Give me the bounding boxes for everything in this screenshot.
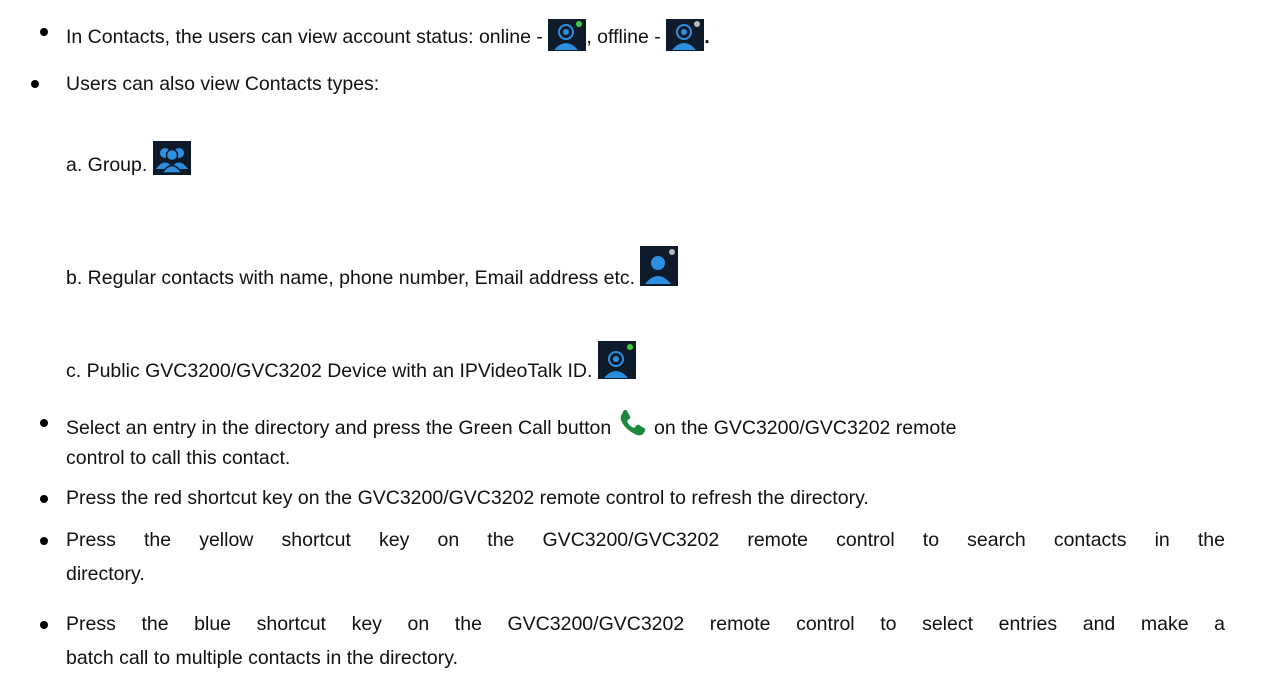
regular-contact-icon [640, 246, 679, 286]
bullet-marker [40, 495, 48, 503]
bullet-marker [40, 621, 48, 629]
call-paragraph-line1: Select an entry in the directory and pre… [66, 409, 957, 444]
ipvideotalk-device-online-icon [548, 19, 587, 51]
call-text-prefix: Select an entry in the directory and pre… [66, 417, 617, 439]
batch-paragraph-line2: batch call to multiple contacts in the d… [66, 647, 458, 669]
type-regular-label: b. Regular contacts with name, phone num… [66, 267, 641, 289]
bullet-marker [40, 28, 48, 36]
search-paragraph-line1: Press the yellow shortcut key on the GVC… [66, 529, 1225, 551]
status-paragraph: In Contacts, the users can view account … [66, 19, 710, 51]
types-intro: Users can also view Contacts types: [66, 73, 380, 95]
type-group: a. Group. [66, 141, 191, 177]
call-paragraph-line2: control to call this contact. [66, 447, 291, 469]
public-device-icon [597, 341, 636, 379]
green-call-icon [617, 409, 649, 444]
search-paragraph-line2: directory. [66, 563, 145, 585]
type-group-label: a. Group. [66, 154, 153, 176]
bullet-marker [31, 80, 39, 88]
status-text-suffix: . [704, 26, 710, 48]
ipvideotalk-device-offline-icon [666, 19, 705, 51]
refresh-paragraph: Press the red shortcut key on the GVC320… [66, 487, 869, 509]
status-text-middle: , offline - [586, 26, 667, 48]
type-regular: b. Regular contacts with name, phone num… [66, 246, 679, 290]
status-text-prefix: In Contacts, the users can view account … [66, 26, 549, 48]
group-contacts-icon [152, 141, 191, 175]
call-text-suffix: on the GVC3200/GVC3202 remote [648, 417, 957, 439]
bullet-marker [40, 419, 48, 427]
batch-paragraph-line1: Press the blue shortcut key on the GVC32… [66, 613, 1225, 635]
bullet-marker [40, 537, 48, 545]
type-public-device: c. Public GVC3200/GVC3202 Device with an… [66, 341, 636, 383]
type-public-device-label: c. Public GVC3200/GVC3202 Device with an… [66, 360, 598, 382]
